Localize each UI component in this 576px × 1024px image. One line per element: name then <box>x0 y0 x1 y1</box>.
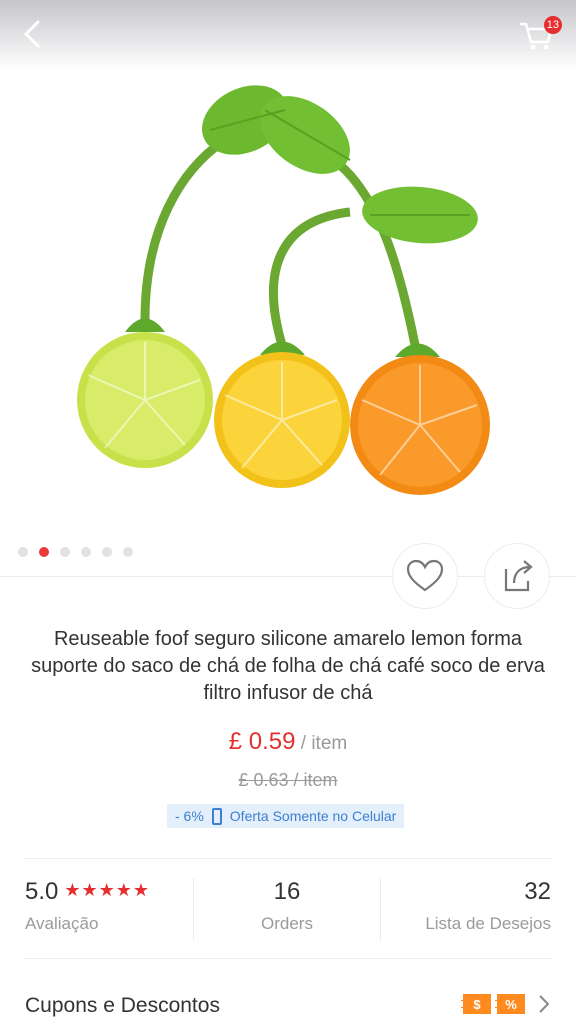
discount-percent: - 6% <box>175 808 204 824</box>
rating-stars: ★★★★★ <box>64 880 151 900</box>
coupons-row[interactable]: Cupons e Descontos $ % <box>25 994 551 1024</box>
wishlist-value: 32 <box>524 878 551 905</box>
chevron-left-icon <box>23 20 40 48</box>
divider <box>25 958 551 959</box>
product-image <box>77 85 490 495</box>
chevron-right-icon <box>539 995 550 1013</box>
product-title: Reuseable foof seguro silicone amarelo l… <box>31 628 545 704</box>
share-button[interactable] <box>484 543 550 609</box>
orders-value: 16 <box>273 878 301 905</box>
top-bar <box>0 0 576 70</box>
wishlist-button[interactable] <box>392 543 458 609</box>
orders-label: Orders <box>261 914 313 933</box>
carousel-dots[interactable] <box>18 547 133 557</box>
carousel-dot[interactable] <box>81 547 91 557</box>
divider <box>25 858 551 859</box>
share-icon <box>504 560 533 592</box>
rating-label: Avaliação <box>25 914 99 933</box>
carousel-dot[interactable] <box>102 547 112 557</box>
stats-row: 5.0 ★★★★★ Avaliação 16 Orders 32 Lista de… <box>25 878 551 940</box>
dollar-coupon-icon: $ <box>461 994 491 1014</box>
mobile-offer-badge: - 6% Oferta Somente no Celular <box>167 804 405 828</box>
percent-coupon-icon: % <box>495 994 525 1014</box>
coupon-tags: $ % <box>461 994 551 1014</box>
original-price: £ 0.63 / item <box>238 770 338 790</box>
orders-stat[interactable]: 16 Orders <box>194 878 380 940</box>
wishlist-stat[interactable]: 32 Lista de Desejos <box>381 878 551 940</box>
carousel-dot[interactable] <box>18 547 28 557</box>
phone-icon <box>211 807 222 825</box>
cart-button[interactable]: 13 <box>516 14 562 54</box>
product-gallery[interactable] <box>0 0 576 560</box>
mobile-offer-text: Oferta Somente no Celular <box>229 808 397 824</box>
carousel-dot-active[interactable] <box>39 547 49 557</box>
carousel-dot[interactable] <box>123 547 133 557</box>
back-button[interactable] <box>14 14 54 54</box>
rating-stat[interactable]: 5.0 ★★★★★ Avaliação <box>25 878 193 940</box>
coupons-label: Cupons e Descontos <box>25 994 220 1017</box>
carousel-dot[interactable] <box>60 547 70 557</box>
price-unit: / item <box>295 733 348 754</box>
heart-icon <box>406 559 444 592</box>
price-row: £ 0.59 / item <box>0 728 576 756</box>
wishlist-label: Lista de Desejos <box>425 914 551 933</box>
current-price: £ 0.59 <box>228 728 296 755</box>
cart-count-badge: 13 <box>543 16 562 34</box>
rating-value: 5.0 <box>25 878 59 905</box>
